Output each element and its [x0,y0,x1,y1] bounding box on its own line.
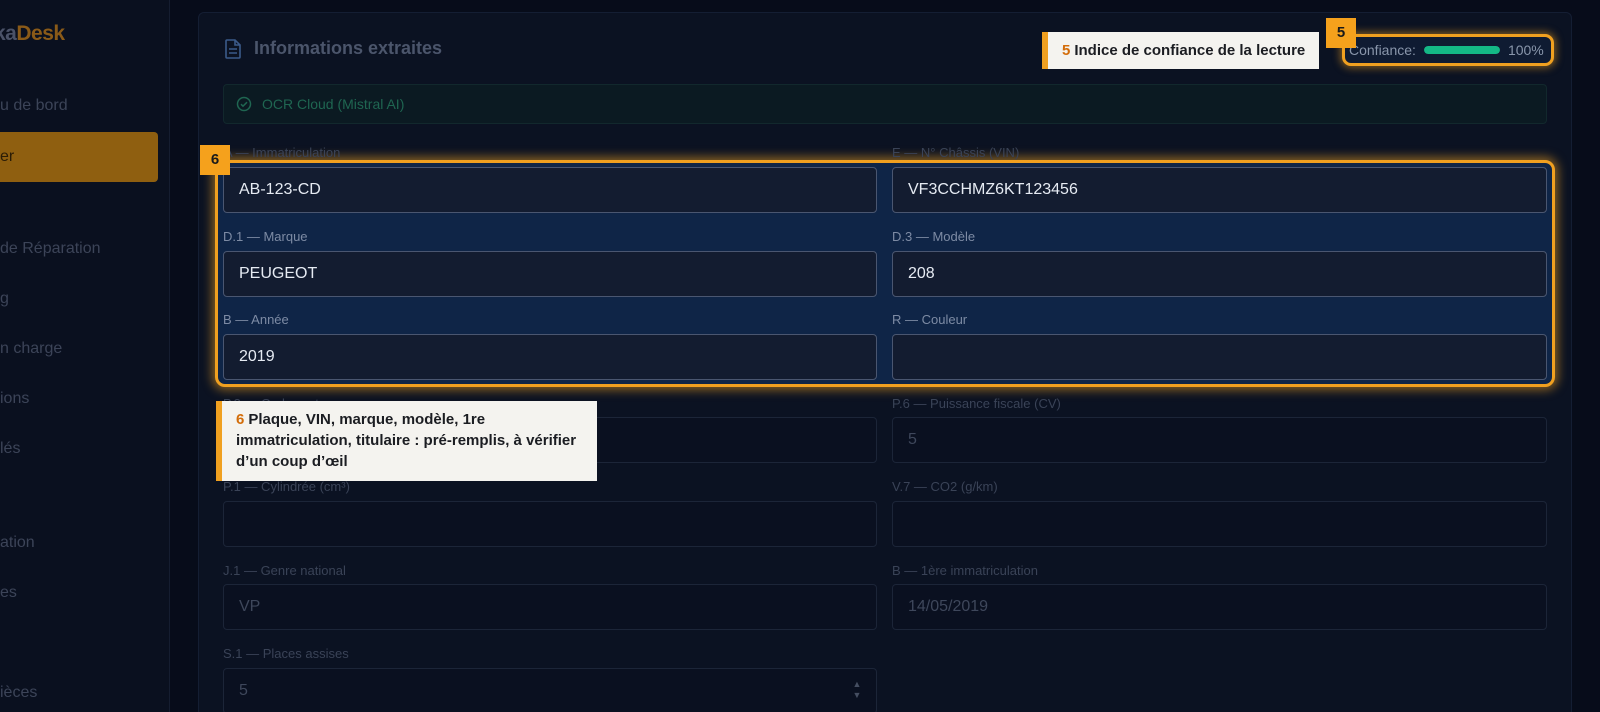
places-input[interactable]: 5 ▲ ▼ [223,668,877,712]
premiere-immat-input[interactable]: 14/05/2019 [892,584,1547,630]
sidebar-item-prise-en-charge[interactable]: n charge [0,340,62,358]
immatriculation-input[interactable]: AB-123-CD [223,167,877,213]
field-label-puissance: P.6 — Puissance fiscale (CV) [892,396,1061,411]
cylindree-input[interactable] [223,501,877,547]
field-label-couleur: R — Couleur [892,312,968,327]
places-value: 5 [239,682,248,699]
callout-text: Indice de confiance de la lecture [1074,42,1306,59]
field-label-cylindree: P.1 — Cylindrée (cm³) [223,479,350,494]
sidebar-item-8[interactable]: ation [0,534,35,552]
couleur-input[interactable] [892,334,1547,380]
callout-number: 5 [1062,42,1071,59]
check-circle-icon [236,96,252,112]
sidebar-item-7[interactable]: lés [0,440,20,458]
document-icon [225,38,241,59]
confidence-value: 100% [1507,42,1544,58]
modele-input[interactable]: 208 [892,251,1547,297]
sidebar-item-4[interactable]: g [0,290,9,308]
field-label-marque: D.1 — Marque [223,229,308,244]
puissance-input[interactable]: 5 [892,417,1547,463]
sidebar-item-active[interactable]: er [0,132,158,182]
card-title: Informations extraites [224,38,442,59]
annotation-badge-6: 6 [200,145,230,175]
field-label-co2: V.7 — CO2 (g/km) [892,479,998,494]
marque-input[interactable]: PEUGEOT [223,251,877,297]
field-label-modele: D.3 — Modèle [892,229,976,244]
logo-accent: Desk [16,22,65,45]
app-logo: kaDesk [0,22,65,46]
field-label-premiere-immat: B — 1ère immatriculation [892,563,1038,578]
annee-input[interactable]: 2019 [223,334,877,380]
callout-confidence: 5 Indice de confiance de la lecture [1042,32,1320,69]
ocr-source-text: OCR Cloud (Mistral AI) [262,96,405,112]
logo-prefix: ka [0,22,17,45]
field-label-annee: B — Année [223,312,289,327]
stepper-down-icon[interactable]: ▼ [852,690,862,701]
number-stepper[interactable]: ▲ ▼ [852,679,862,705]
annotation-badge-5: 5 [1326,18,1356,48]
genre-input[interactable]: VP [223,584,877,630]
field-label-places: S.1 — Places assises [223,646,349,661]
sidebar-item-6[interactable]: ions [0,390,29,408]
field-label-genre: J.1 — Genre national [223,563,346,578]
callout-prefilled-fields: 6 Plaque, VIN, marque, modèle, 1re immatr… [216,401,597,481]
field-label-immatriculation: A — Immatriculation [224,145,341,160]
sidebar: kaDesk u de bord er de Réparation g n ch… [0,0,170,712]
callout-text: Plaque, VIN, marque, modèle, 1re immatri… [236,411,577,470]
sidebar-item-dashboard[interactable]: u de bord [0,97,68,115]
confidence-bar [1423,46,1500,54]
callout-number: 6 [236,411,245,428]
stepper-up-icon[interactable]: ▲ [852,679,862,690]
field-label-vin: E — N° Châssis (VIN) [892,145,1020,160]
ocr-source-banner: OCR Cloud (Mistral AI) [223,84,1547,124]
confidence-label: Confiance: [1349,42,1416,58]
sidebar-item-9[interactable]: es [0,584,17,602]
co2-input[interactable] [892,501,1547,547]
confidence-indicator: Confiance: 100% [1342,34,1554,66]
confidence-bar-fill [1423,46,1500,54]
vin-input[interactable]: VF3CCHMZ6KT123456 [892,167,1547,213]
sidebar-item-repair[interactable]: de Réparation [0,240,101,258]
card-title-text: Informations extraites [254,38,443,58]
sidebar-item-pieces[interactable]: ièces [0,684,37,702]
